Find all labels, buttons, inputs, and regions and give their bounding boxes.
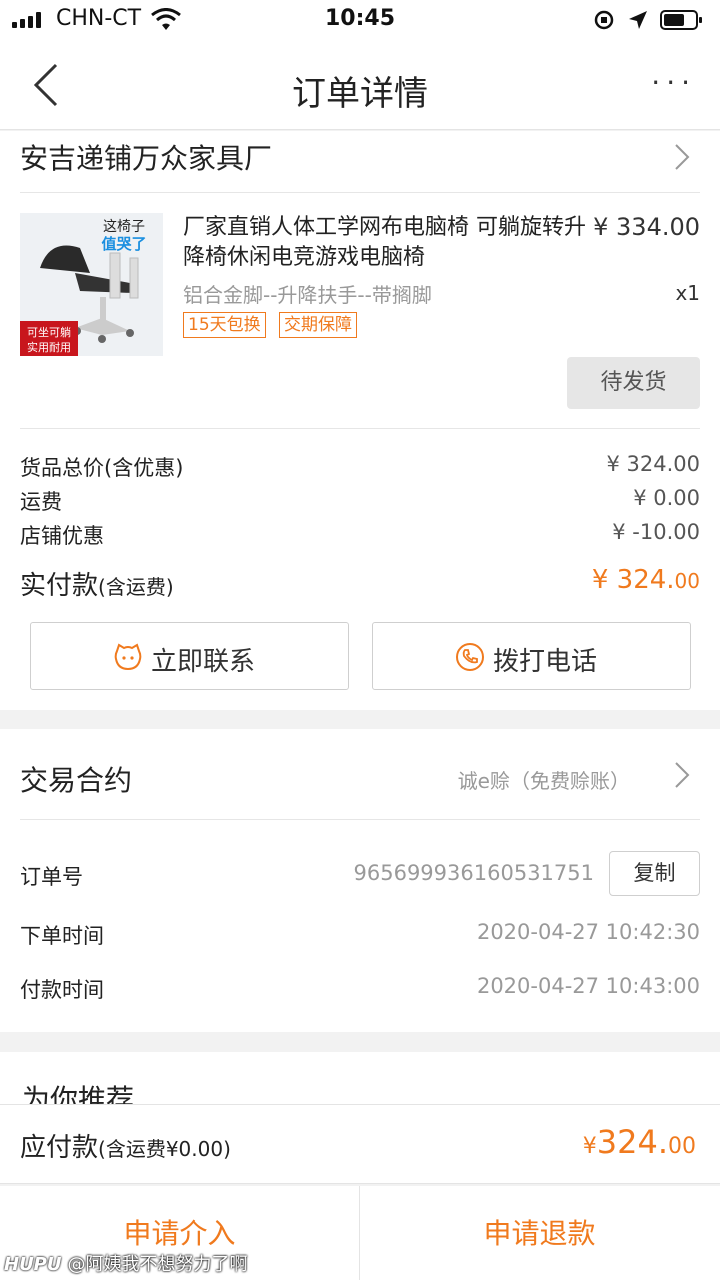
product-title[interactable]: 厂家直销人体工学网布电脑椅 可躺旋转升降椅休闲电竞游戏电脑椅 (183, 213, 588, 273)
rotation-lock-icon (594, 10, 614, 30)
page-title: 订单详情 (292, 74, 428, 114)
divider (20, 428, 700, 429)
chevron-right-icon[interactable] (674, 761, 690, 789)
product-spec: 铝合金脚--升降扶手--带搁脚 (183, 283, 432, 307)
divider (20, 192, 700, 193)
summary-value: ¥ 324.00 (606, 452, 700, 476)
summary-label: 运费 (20, 490, 62, 514)
recommend-section: 为你推荐 (0, 1052, 720, 1112)
status-right (592, 8, 704, 32)
paid-value-main: ¥ 324. (591, 565, 675, 595)
summary-label: 货品总价(含优惠) (20, 456, 184, 480)
product-image-badge-text: 可坐可躺 (27, 325, 71, 339)
product-image-slogan: 这椅子 (103, 218, 145, 235)
paid-amount-label: 实付款(含运费) (20, 565, 174, 602)
product-image-slogan: 值哭了 (101, 235, 146, 253)
service-tag: 交期保障 (279, 312, 357, 338)
payable-amount-cents: 00 (668, 1134, 696, 1159)
summary-value: ¥ -10.00 (612, 520, 700, 544)
apply-refund-button[interactable]: 申请退款 (360, 1186, 719, 1280)
paid-label-note: (含运费) (98, 575, 174, 599)
order-number-value: 965699936160531751 (353, 861, 595, 885)
trade-contract-card: 交易合约 诚e赊（免费赊账） 订单号 965699936160531751 复制… (0, 729, 720, 1032)
contact-seller-button[interactable]: 立即联系 (30, 622, 349, 690)
product-image-badge-text: 实用耐用 (27, 340, 71, 354)
paid-amount-value: ¥ 324.00 (592, 565, 700, 595)
divider (20, 819, 700, 820)
contact-seller-label: 立即联系 (151, 647, 256, 677)
product-quantity: x1 (675, 281, 700, 305)
watermark: HUPU @阿姨我不想努力了啊 (4, 1250, 248, 1276)
order-time-label: 下单时间 (20, 924, 104, 948)
chat-icon (114, 643, 142, 671)
payable-label: 应付款(含运费¥0.00) (20, 1127, 231, 1164)
order-time-value: 2020-04-27 10:42:30 (476, 920, 700, 944)
watermark-brand: HUPU (4, 1254, 62, 1275)
currency-symbol: ¥ (582, 1134, 597, 1159)
service-tag: 15天包换 (183, 312, 266, 338)
location-icon (628, 11, 647, 29)
summary-value: ¥ 0.00 (633, 486, 700, 510)
chevron-right-icon[interactable] (674, 143, 690, 171)
payable-label-note: (含运费¥0.00) (98, 1137, 231, 1161)
contract-title: 交易合约 (20, 764, 133, 797)
copy-button[interactable]: 复制 (609, 851, 700, 896)
contract-subtitle[interactable]: 诚e赊（免费赊账） (458, 765, 630, 794)
shop-name[interactable]: 安吉递铺万众家具厂 (20, 137, 272, 177)
product-price: ¥ 334.00 (593, 213, 700, 241)
battery-icon (660, 10, 702, 30)
summary-label: 店铺优惠 (20, 524, 104, 548)
order-status-button[interactable]: 待发货 (567, 357, 700, 409)
phone-icon (456, 643, 484, 671)
product-image[interactable]: 可坐可躺 实用耐用 这椅子 值哭了 (20, 213, 163, 356)
pay-time-value: 2020-04-27 10:43:00 (476, 974, 700, 998)
call-phone-label: 拨打电话 (493, 647, 598, 677)
call-phone-button[interactable]: 拨打电话 (372, 622, 691, 690)
watermark-text: @阿姨我不想努力了啊 (67, 1254, 248, 1275)
payable-label-main: 应付款 (20, 1133, 99, 1163)
pay-time-label: 付款时间 (20, 978, 104, 1002)
paid-label-main: 实付款 (20, 571, 99, 601)
paid-value-cents: 00 (674, 569, 700, 593)
order-number-label: 订单号 (20, 865, 83, 889)
payable-amount: ¥324.00 (583, 1123, 696, 1161)
nav-bar: 订单详情 ··· (0, 40, 720, 130)
order-card: 安吉递铺万众家具厂 可坐可躺 实用耐用 这椅子 值哭了 厂家直销人体工学网布电脑… (0, 131, 720, 710)
more-menu-icon[interactable]: ··· (651, 66, 696, 99)
status-bar: CHN-CT 10:45 (0, 0, 720, 40)
payable-bar: 应付款(含运费¥0.00) ¥324.00 (0, 1104, 720, 1184)
payable-amount-main: 324. (596, 1123, 668, 1161)
